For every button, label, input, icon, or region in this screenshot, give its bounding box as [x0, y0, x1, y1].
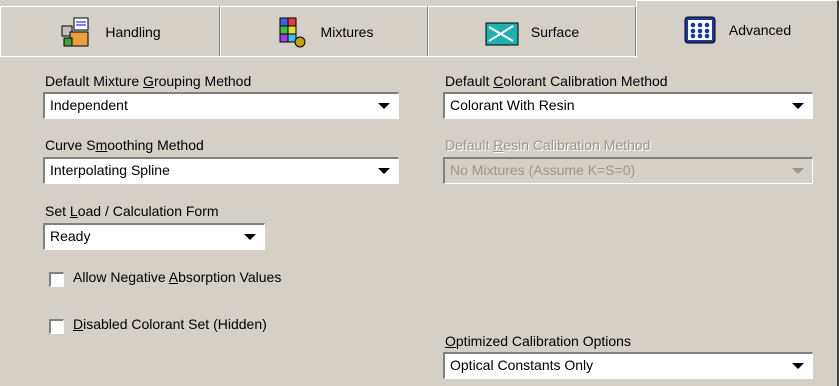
load-form-select[interactable]: Ready: [43, 223, 265, 250]
chevron-down-icon: [378, 168, 390, 174]
tab-mixtures[interactable]: Mixtures: [220, 6, 428, 56]
handling-icon: [59, 15, 93, 49]
chevron-down-icon: [792, 363, 804, 369]
tab-surface[interactable]: Surface: [428, 6, 636, 56]
tab-mixtures-label: Mixtures: [320, 23, 374, 40]
colorant-calibration-label: Default Colorant Calibration Method: [445, 73, 668, 89]
chevron-down-icon: [244, 234, 256, 240]
tab-advanced[interactable]: Advanced: [636, 0, 839, 58]
resin-calibration-value: No Mixtures (Assume K=S=0): [450, 162, 636, 178]
load-form-value: Ready: [50, 228, 91, 244]
load-form-label: Set Load / Calculation Form: [45, 203, 219, 219]
disabled-set-checkbox[interactable]: [49, 319, 64, 334]
mixtures-icon: [275, 15, 309, 49]
smoothing-method-value: Interpolating Spline: [50, 162, 170, 178]
optimized-calibration-select[interactable]: Optical Constants Only: [443, 352, 813, 379]
colorant-calibration-select[interactable]: Colorant With Resin: [443, 92, 813, 119]
advanced-icon: [683, 13, 717, 47]
grouping-method-label: Default Mixture Grouping Method: [45, 73, 252, 89]
smoothing-method-label: Curve Smoothing Method: [45, 137, 204, 153]
chevron-down-icon: [378, 103, 390, 109]
optimized-calibration-value: Optical Constants Only: [450, 357, 594, 373]
colorant-calibration-value: Colorant With Resin: [450, 97, 575, 113]
grouping-method-value: Independent: [50, 97, 128, 113]
optimized-calibration-label: Optimized Calibration Options: [445, 333, 631, 349]
grouping-method-select[interactable]: Independent: [43, 92, 399, 119]
surface-icon: [485, 15, 519, 49]
resin-calibration-select: No Mixtures (Assume K=S=0): [443, 157, 813, 184]
tab-strip: Handling Mixtures Surface Advanced: [0, 0, 839, 58]
chevron-down-icon: [792, 103, 804, 109]
neg-absorption-checkbox[interactable]: [49, 272, 64, 287]
smoothing-method-select[interactable]: Interpolating Spline: [43, 157, 399, 184]
neg-absorption-label: Allow Negative Absorption Values: [73, 269, 282, 285]
tab-surface-label: Surface: [530, 23, 580, 40]
tab-advanced-label: Advanced: [728, 21, 792, 38]
resin-calibration-label: Default Resin Calibration Method: [445, 137, 651, 153]
tab-handling[interactable]: Handling: [0, 6, 220, 56]
disabled-set-label: Disabled Colorant Set (Hidden): [73, 316, 267, 332]
tab-handling-label: Handling: [105, 23, 161, 40]
chevron-down-icon: [792, 168, 804, 174]
panel-top-edge: [0, 56, 636, 57]
